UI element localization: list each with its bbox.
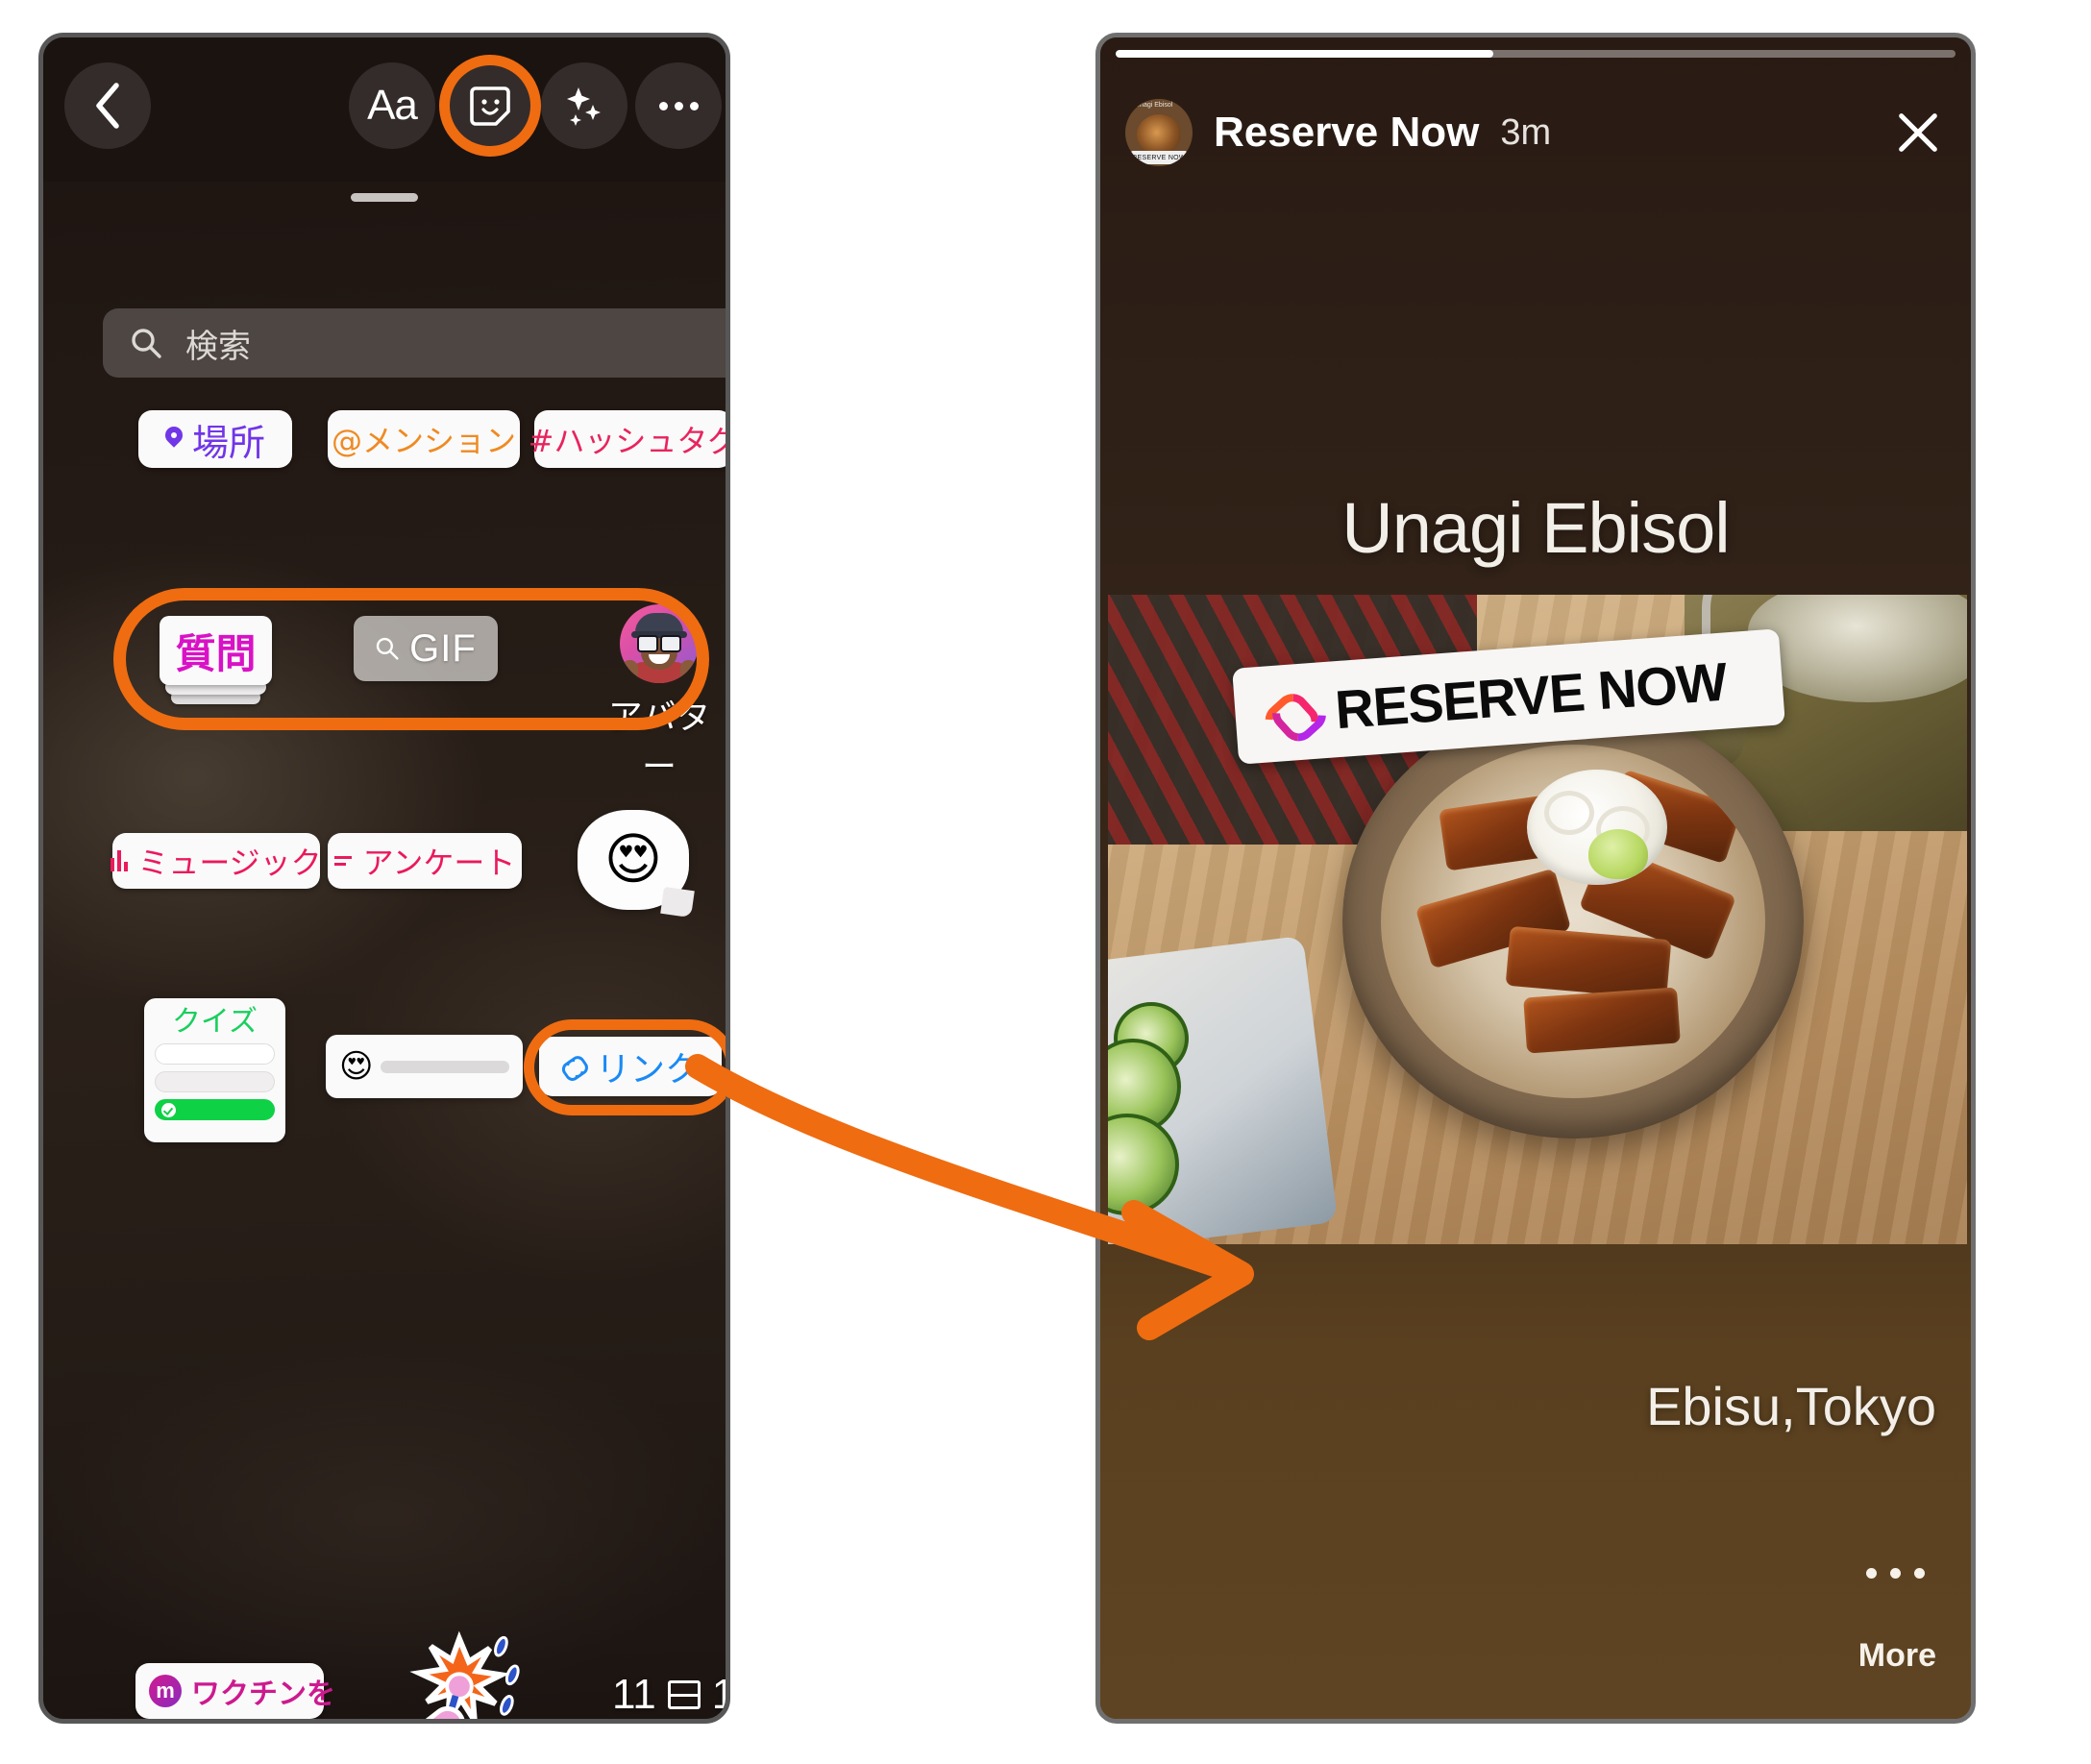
avatar-top-text: Unagi Ebisol [1135,102,1173,109]
sticker-smiley-icon [470,86,510,126]
heart-eyes-emoji-icon: 😍 [339,1048,374,1085]
search-icon [376,637,399,660]
sticker-place-label: 場所 [191,421,265,464]
sticker-date-number: 10 [712,1671,726,1719]
sticker-avatar[interactable]: アバター [593,604,726,789]
vaccine-badge-icon: m [149,1675,182,1707]
sticker-hashtag[interactable]: #ハッシュタグ [529,410,726,468]
more-options-button[interactable] [635,62,722,149]
sticker-vaccine[interactable]: m ワクチンを [135,1663,335,1719]
close-icon[interactable] [1890,105,1946,160]
sticker-music[interactable]: ミュージック [111,833,322,889]
sticker-tool-button[interactable] [447,62,533,149]
story-editor-topbar: Aa [43,37,726,182]
sparkles-icon [567,87,601,126]
story-location-text: Ebisu,Tokyo [1646,1376,1936,1436]
chain-link-icon [1254,676,1327,749]
search-placeholder: 検索 [185,327,251,366]
sticker-mention-label: @メンション [331,423,516,459]
sticker-question-label: 質問 [175,629,257,677]
avatar-caption-text: RESERVE NOW [1131,151,1187,164]
sticker-music-label: ミュージック [137,845,322,881]
avatar[interactable]: Unagi Ebisol RESERVE NOW [1125,99,1193,166]
heart-eyes-emoji-icon: 😍 [603,828,663,891]
sheet-grab-handle[interactable] [351,193,418,202]
check-circle-icon [161,1102,176,1117]
sticker-vaccine-label: ワクチンを [191,1678,335,1711]
ellipsis-icon [658,101,699,110]
sticker-poll-label: アンケート [362,845,516,881]
ellipsis-icon[interactable] [1866,1568,1925,1579]
effects-button[interactable] [541,62,627,149]
quiz-option-2 [155,1071,275,1092]
sticker-gif-label: GIF [409,626,477,670]
poll-lines-icon [333,856,354,866]
sticker-quiz-label: クイズ [171,1005,258,1039]
sticker-quiz[interactable]: クイズ [144,998,285,1142]
story-progress-bar [1116,50,1956,58]
slider-track[interactable] [381,1060,509,1073]
sticker-link[interactable]: リンク [539,1037,722,1096]
sticker-emoji-slider[interactable]: 😍 [326,1035,523,1098]
sticker-question[interactable]: 質問 [160,616,272,685]
sticker-date-day: 11 [612,1671,656,1718]
quiz-option-1 [155,1043,275,1065]
sticker-emoji-reaction[interactable]: 😍 [578,810,689,910]
story-title: Unagi Ebisol [1341,488,1730,568]
flower-bandage-sticker[interactable] [381,1625,533,1724]
month-glyph-icon [667,1680,701,1709]
search-icon [132,329,161,358]
story-timestamp: 3m [1500,111,1552,153]
story-link-sticker-label: RESERVE NOW [1333,649,1729,740]
story-progress-fill [1116,50,1494,58]
story-header: Unagi Ebisol RESERVE NOW Reserve Now 3m [1100,80,1971,185]
avatar-food-thumb [1137,114,1181,155]
sticker-place[interactable]: 場所 [138,410,292,468]
story-more-label[interactable]: More [1858,1637,1936,1675]
sticker-mention[interactable]: @メンション [328,410,520,468]
sticker-poll[interactable]: アンケート [328,833,522,889]
quiz-option-correct [155,1099,275,1120]
equalizer-icon [111,850,129,871]
sticker-gif[interactable]: GIF [354,616,498,681]
back-button[interactable] [64,62,151,149]
sticker-avatar-label: アバター [607,698,711,787]
search-input[interactable]: 検索 [103,308,726,378]
text-tool-button[interactable]: Aa [349,62,435,149]
story-preview-phone: Unagi Ebisol RESERVE NOW Reserve Now 3m … [1095,33,1976,1724]
text-tool-label: Aa [367,82,418,129]
sticker-tray-phone: Aa 検索 場所 @メンション #ハッシュタグ 質問 GIF アバター ミュージ… [38,33,730,1724]
chevron-left-icon [96,83,119,129]
sticker-hashtag-label: #ハッシュタグ [528,423,730,459]
sticker-link-label: リンク [595,1050,700,1090]
chain-link-icon [557,1051,590,1083]
sticker-date[interactable]: 11 10 [612,1671,726,1719]
location-pin-icon [165,427,183,452]
avatar [620,604,699,683]
screenshot-root: Aa 検索 場所 @メンション #ハッシュタグ 質問 GIF アバター ミュージ… [0,0,2091,1764]
story-username[interactable]: Reserve Now [1214,109,1479,157]
